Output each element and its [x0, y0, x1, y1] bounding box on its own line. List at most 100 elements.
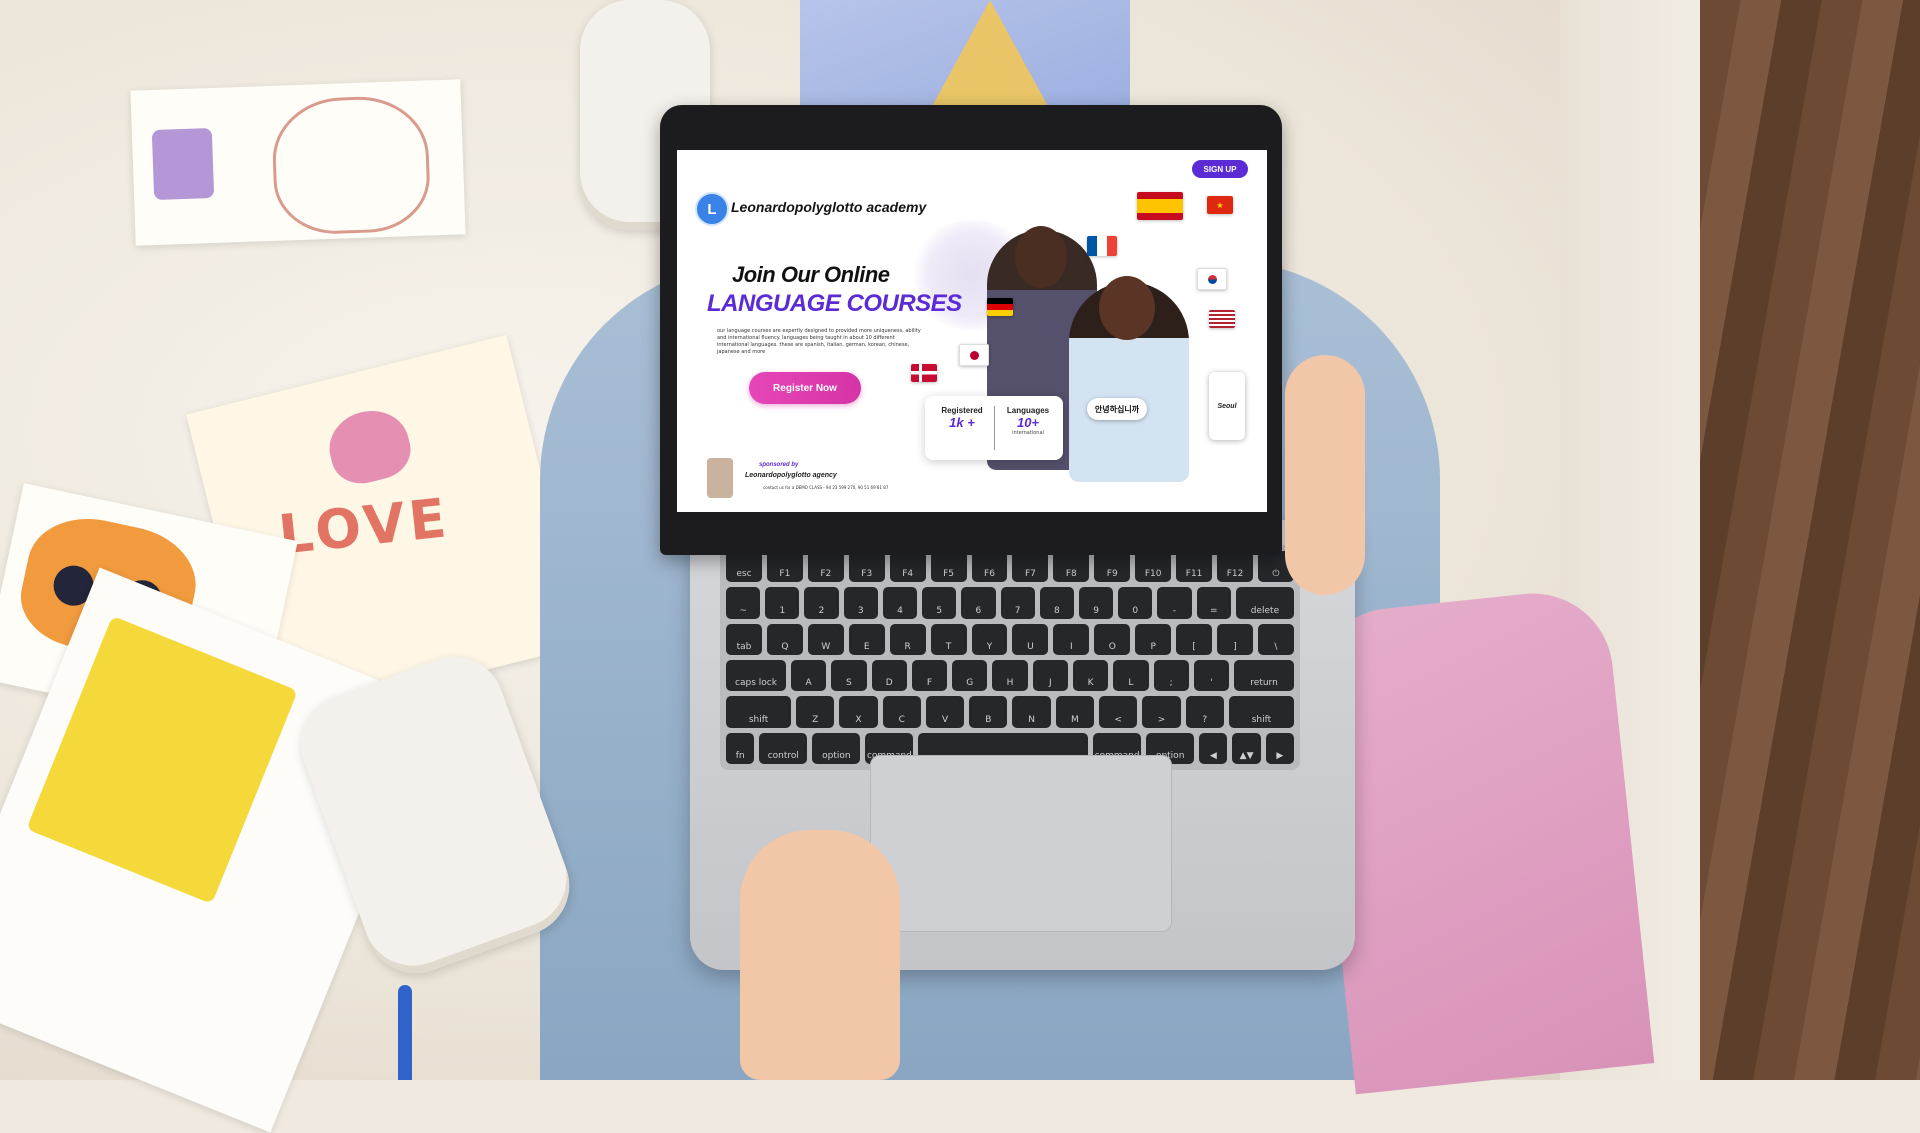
key-1-13[interactable]: delete: [1235, 587, 1295, 619]
key-2-8[interactable]: I: [1053, 623, 1090, 655]
student-photo-female: [1069, 276, 1189, 482]
key-4-10[interactable]: ?: [1185, 696, 1224, 728]
key-1-11[interactable]: -: [1157, 587, 1192, 619]
key-2-4[interactable]: R: [889, 623, 926, 655]
key-0-1[interactable]: F1: [766, 551, 803, 583]
key-4-2[interactable]: X: [839, 696, 878, 728]
korea-flag-icon: [1197, 268, 1227, 290]
key-0-10[interactable]: F10: [1135, 551, 1172, 583]
key-1-8[interactable]: 8: [1039, 587, 1074, 619]
key-5-2[interactable]: option: [812, 732, 861, 764]
sponsor-avatar: [707, 458, 733, 498]
key-0-5[interactable]: F5: [930, 551, 967, 583]
key-2-7[interactable]: U: [1012, 623, 1049, 655]
key-0-2[interactable]: F2: [807, 551, 844, 583]
keyboard[interactable]: esc F1 F2 F3 F4 F5 F6 F7 F8 F9 F10 F11 F12 ⏻ ~1 2 3 4 5 6 7 8…: [720, 545, 1300, 770]
pencil: [398, 985, 412, 1080]
key-1-0[interactable]: ~: [726, 587, 761, 619]
languages-label: Languages: [1006, 406, 1050, 415]
phone-card: Seoul: [1209, 372, 1245, 440]
hero-headline: Join Our Online: [732, 262, 890, 287]
key-1-5[interactable]: 5: [922, 587, 957, 619]
key-5-1[interactable]: control: [759, 732, 808, 764]
register-now-button[interactable]: Register Now: [749, 372, 861, 404]
key-3-11[interactable]: ': [1193, 659, 1230, 692]
key-3-1[interactable]: A: [790, 659, 827, 692]
key-2-0[interactable]: tab: [726, 623, 762, 655]
key-0-12[interactable]: F12: [1217, 551, 1253, 583]
germany-flag-icon: [987, 298, 1013, 316]
key-0-8[interactable]: F8: [1053, 551, 1090, 583]
key-1-10[interactable]: 0: [1118, 587, 1153, 619]
key-0-0[interactable]: esc: [726, 551, 762, 583]
key-3-0[interactable]: caps lock: [726, 659, 786, 692]
key-0-11[interactable]: F11: [1176, 551, 1213, 583]
trackpad[interactable]: [870, 755, 1172, 932]
keyboard-row: esc F1 F2 F3 F4 F5 F6 F7 F8 F9 F10 F11 F12 ⏻: [726, 551, 1294, 583]
key-4-0[interactable]: shift: [726, 696, 792, 728]
key-5-0[interactable]: fn: [726, 732, 755, 764]
key-3-6[interactable]: H: [992, 659, 1028, 692]
key-5-8[interactable]: ▲▼: [1232, 732, 1261, 764]
key-4-6[interactable]: N: [1012, 696, 1051, 728]
key-5-7[interactable]: ◀: [1199, 732, 1228, 764]
key-0-3[interactable]: F3: [848, 551, 885, 583]
key-2-3[interactable]: E: [848, 623, 885, 655]
key-1-4[interactable]: 4: [882, 587, 918, 619]
key-4-1[interactable]: Z: [796, 696, 835, 728]
key-1-2[interactable]: 2: [804, 587, 839, 619]
key-4-8[interactable]: <: [1099, 696, 1138, 728]
key-2-9[interactable]: O: [1094, 623, 1131, 655]
brand-name[interactable]: Leonardopolyglotto academy: [731, 199, 926, 215]
key-2-13[interactable]: \: [1257, 623, 1294, 655]
key-3-9[interactable]: L: [1113, 659, 1149, 692]
sign-up-button[interactable]: SIGN UP: [1192, 160, 1248, 178]
key-0-7[interactable]: F7: [1012, 551, 1049, 583]
key-3-4[interactable]: F: [911, 659, 948, 692]
key-4-7[interactable]: M: [1055, 696, 1095, 728]
key-3-12[interactable]: return: [1234, 659, 1295, 692]
usa-flag-icon: [1209, 310, 1235, 328]
key-3-3[interactable]: D: [871, 659, 907, 692]
key-3-7[interactable]: J: [1032, 659, 1068, 692]
left-hand: [740, 830, 900, 1080]
france-flag-icon: [1087, 236, 1117, 256]
key-3-2[interactable]: S: [831, 659, 867, 692]
key-2-10[interactable]: P: [1135, 623, 1172, 655]
key-2-2[interactable]: W: [807, 623, 844, 655]
key-2-12[interactable]: ]: [1217, 623, 1253, 655]
key-1-6[interactable]: 6: [961, 587, 996, 619]
key-3-5[interactable]: G: [952, 659, 988, 692]
key-3-10[interactable]: ;: [1153, 659, 1189, 692]
registered-label: Registered: [941, 406, 983, 415]
key-4-4[interactable]: V: [925, 696, 965, 728]
spain-flag-icon: [1137, 192, 1183, 220]
hero-description: our language courses are expertly design…: [717, 328, 921, 355]
registered-value: 1k +: [949, 415, 975, 430]
key-1-9[interactable]: 9: [1078, 587, 1114, 619]
key-2-11[interactable]: [: [1176, 623, 1213, 655]
china-flag-icon: ★: [1207, 196, 1233, 214]
languages-sub: international: [1012, 430, 1044, 436]
key-1-12[interactable]: =: [1196, 587, 1231, 619]
key-2-6[interactable]: Y: [971, 623, 1008, 655]
key-4-9[interactable]: >: [1142, 696, 1181, 728]
key-3-8[interactable]: K: [1072, 659, 1109, 692]
key-1-7[interactable]: 7: [1000, 587, 1035, 619]
key-4-11[interactable]: shift: [1228, 696, 1294, 728]
key-4-3[interactable]: C: [882, 696, 921, 728]
chat-logo-icon[interactable]: L: [695, 192, 729, 226]
keyboard-row: ~1 2 3 4 5 6 7 8 9 0- = delete: [726, 587, 1295, 619]
key-2-5[interactable]: T: [930, 623, 967, 655]
contact-info: contact us for a DEMO CLASS - 94 23 599 …: [763, 485, 889, 490]
languages-value: 10+: [1016, 415, 1040, 430]
key-1-3[interactable]: 3: [843, 587, 878, 619]
key-5-9[interactable]: ▶: [1265, 732, 1294, 764]
key-2-1[interactable]: Q: [766, 623, 803, 655]
key-0-6[interactable]: F6: [971, 551, 1008, 583]
denmark-flag-icon: [911, 364, 937, 382]
key-1-1[interactable]: 1: [765, 587, 800, 619]
key-0-9[interactable]: F9: [1094, 551, 1131, 583]
key-4-5[interactable]: B: [969, 696, 1008, 728]
key-0-4[interactable]: F4: [889, 551, 926, 583]
